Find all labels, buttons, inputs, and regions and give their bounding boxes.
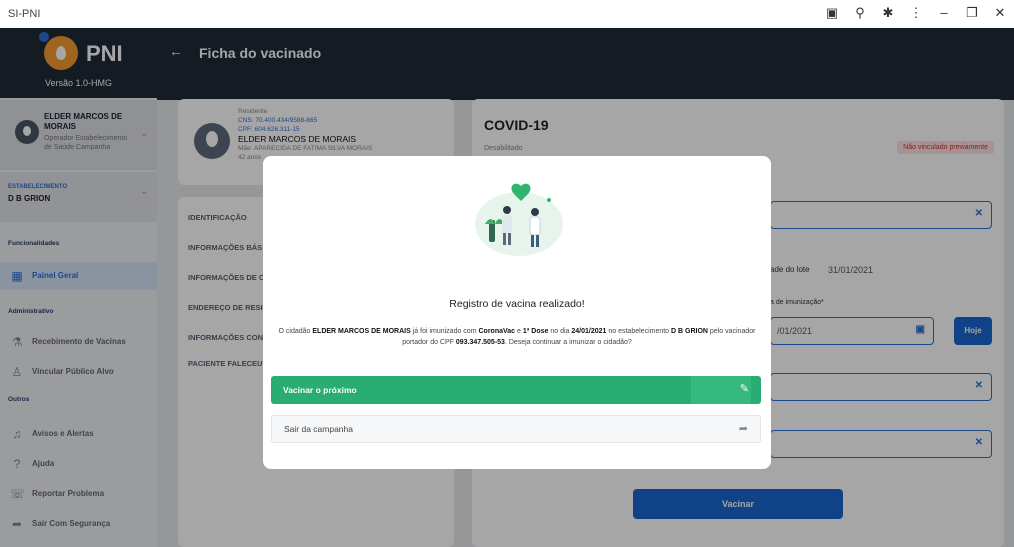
msg-text: no dia: [548, 328, 572, 335]
msg-text: já foi imunizado com: [410, 328, 479, 335]
success-dialog: Registro de vacina realizado! O cidadão …: [263, 156, 771, 469]
msg-vaccine: CoronaVac: [478, 328, 516, 335]
close-icon[interactable]: ✕: [992, 5, 1008, 21]
msg-text: O cidadão: [278, 328, 313, 335]
dialog-message: O cidadão ELDER MARCOS DE MORAIS já foi …: [273, 326, 761, 348]
minimize-icon[interactable]: –: [936, 5, 952, 21]
msg-date: 24/01/2021: [571, 328, 607, 335]
extension-icon[interactable]: ✱: [880, 5, 896, 21]
msg-text: e: [515, 328, 523, 335]
translate-icon[interactable]: ▣: [824, 5, 840, 21]
more-menu-icon[interactable]: ⋮: [908, 5, 924, 21]
dialog-title: Registro de vacina realizado!: [449, 298, 585, 310]
vaccination-illustration: [475, 183, 563, 256]
msg-citizen-name: ELDER MARCOS DE MORAIS: [312, 328, 411, 335]
exit-campaign-label: Sair da campanha: [284, 424, 353, 434]
zoom-icon[interactable]: ⚲: [852, 5, 868, 21]
restore-icon[interactable]: ❐: [964, 5, 980, 21]
msg-establishment: D B GRION: [671, 328, 708, 335]
msg-dose: 1ª Dose: [522, 328, 549, 335]
msg-text: . Deseja continuar a imunizar o cidadão?: [504, 339, 632, 346]
window-title: SI-PNI: [8, 8, 41, 20]
exit-campaign-button[interactable]: Sair da campanha ➦: [271, 415, 761, 443]
vaccinate-next-button[interactable]: Vacinar o próximo ✎: [271, 376, 761, 404]
vaccinate-next-label: Vacinar o próximo: [283, 385, 357, 395]
logout-icon: ➦: [738, 423, 748, 435]
syringe-icon: ✎: [739, 383, 749, 395]
window-titlebar: SI-PNI ▣ ⚲ ✱ ⋮ – ❐ ✕: [0, 0, 1014, 28]
msg-text: no estabelecimento: [606, 328, 672, 335]
msg-cpf: 093.347.505-53: [455, 339, 505, 346]
